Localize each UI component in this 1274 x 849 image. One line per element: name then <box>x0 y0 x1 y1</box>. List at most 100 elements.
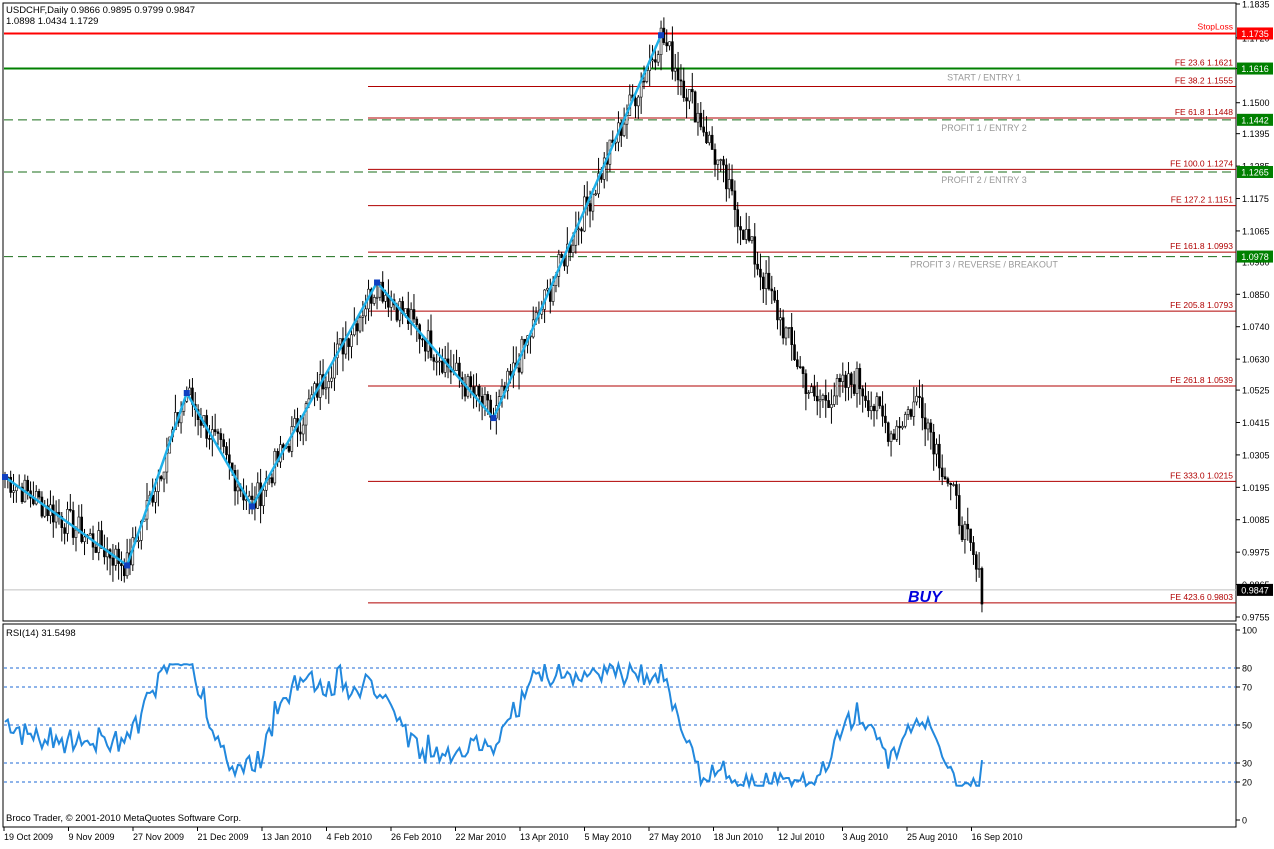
candle-body <box>861 388 864 397</box>
candle-body <box>796 359 799 367</box>
candle-body <box>781 317 785 339</box>
candle-body <box>154 491 157 503</box>
candle-body <box>949 483 953 485</box>
candle-body <box>94 546 98 553</box>
date-tick-label: 4 Feb 2010 <box>327 832 373 842</box>
candle-body <box>338 338 342 345</box>
candle-body <box>889 433 893 442</box>
candle-body <box>673 68 677 72</box>
stoploss-price-tag-text: 1.1735 <box>1241 29 1269 39</box>
zigzag-pivot <box>490 415 497 422</box>
price-tick-label: 1.1835 <box>1242 0 1270 10</box>
buy-annotation: BUY <box>908 589 943 606</box>
candle-body <box>736 209 740 227</box>
candle-body <box>895 425 899 440</box>
candle-body <box>852 384 856 394</box>
candle-body <box>850 373 853 385</box>
candle-body <box>730 179 734 192</box>
candle-body <box>120 563 123 567</box>
candle-body <box>818 399 822 402</box>
candle-body <box>892 433 896 440</box>
entry-label: START / ENTRY 1 <box>947 73 1021 83</box>
candle-body <box>26 479 30 492</box>
candle-body <box>969 528 972 543</box>
candle-body <box>884 415 887 424</box>
candle-body <box>810 386 813 394</box>
candle-body <box>40 496 44 517</box>
date-tick-label: 22 Mar 2010 <box>456 832 507 842</box>
candle-body <box>225 446 228 456</box>
candle-body <box>719 159 722 161</box>
price-tick-label: 1.0850 <box>1242 290 1270 300</box>
candle-body <box>832 395 836 405</box>
candle-body <box>906 409 910 415</box>
candle-body <box>702 126 705 133</box>
fe-level-label: FE 23.6 1.1621 <box>1175 58 1233 68</box>
candle-body <box>560 254 563 258</box>
rsi-tick-label: 50 <box>1242 721 1252 731</box>
candle-body <box>872 405 876 412</box>
price-tick-label: 0.9755 <box>1242 613 1270 623</box>
candle-body <box>685 97 688 102</box>
candle-body <box>770 288 774 292</box>
candle-body <box>710 134 714 150</box>
candle-body <box>821 395 825 400</box>
candle-body <box>637 96 640 107</box>
candle-body <box>63 527 66 534</box>
candle-body <box>722 159 725 166</box>
zigzag-pivot <box>249 503 256 510</box>
date-tick-label: 13 Jan 2010 <box>262 832 312 842</box>
candle-body <box>946 478 950 484</box>
candle-body <box>475 385 478 396</box>
price-tick-label: 1.0630 <box>1242 355 1270 365</box>
candle-body <box>642 80 646 83</box>
fe-level-label: FE 333.0 1.0215 <box>1170 470 1233 480</box>
candle-body <box>355 323 359 332</box>
candle-body <box>71 510 75 538</box>
candle-body <box>750 236 754 241</box>
candle-body <box>804 373 808 394</box>
profit1-label: PROFIT 1 / ENTRY 2 <box>941 123 1027 133</box>
candle-body <box>708 134 711 144</box>
candle-body <box>347 338 350 347</box>
candle-body <box>923 417 927 430</box>
candle-body <box>835 378 839 397</box>
candle-body <box>898 425 901 429</box>
candle-body <box>159 476 163 480</box>
candle-body <box>841 374 845 383</box>
date-tick-label: 16 Sep 2010 <box>972 832 1023 842</box>
candle-body <box>943 476 947 479</box>
candle-body <box>137 540 140 542</box>
rsi-tick-label: 30 <box>1242 759 1252 769</box>
candle-body <box>767 272 771 290</box>
candle-body <box>739 226 742 231</box>
candle-body <box>83 536 86 542</box>
candle-body <box>725 164 728 190</box>
candle-body <box>228 454 231 464</box>
candle-body <box>756 263 759 270</box>
candle-body <box>716 159 720 165</box>
candle-body <box>477 385 481 397</box>
date-tick-label: 5 May 2010 <box>585 832 632 842</box>
candle-body <box>867 400 870 411</box>
profit2-label: PROFIT 2 / ENTRY 3 <box>941 175 1027 185</box>
candle-body <box>926 422 930 430</box>
price-chart-svg[interactable]: 1.18351.17201.16161.15001.13951.12851.11… <box>0 0 1274 844</box>
candle-body <box>517 367 521 373</box>
candle-body <box>682 80 686 99</box>
candle-body <box>455 362 458 371</box>
fe-level-label: FE 127.2 1.1151 <box>1171 195 1233 205</box>
rsi-tick-label: 80 <box>1242 664 1252 674</box>
candle-body <box>790 327 793 346</box>
candle-body <box>844 374 847 388</box>
chart-window[interactable]: 1.18351.17201.16161.15001.13951.12851.11… <box>0 0 1274 844</box>
fe-level-label: FE 423.6 0.9803 <box>1170 592 1233 602</box>
candle-body <box>588 203 592 212</box>
price-tick-label: 1.0085 <box>1242 515 1270 525</box>
candle-body <box>571 244 575 253</box>
fe-level-label: FE 38.2 1.1555 <box>1175 76 1233 86</box>
date-tick-label: 9 Nov 2009 <box>69 832 115 842</box>
candle-body <box>577 228 580 231</box>
price-tick-label: 1.0740 <box>1242 322 1270 332</box>
candle-body <box>591 193 595 212</box>
